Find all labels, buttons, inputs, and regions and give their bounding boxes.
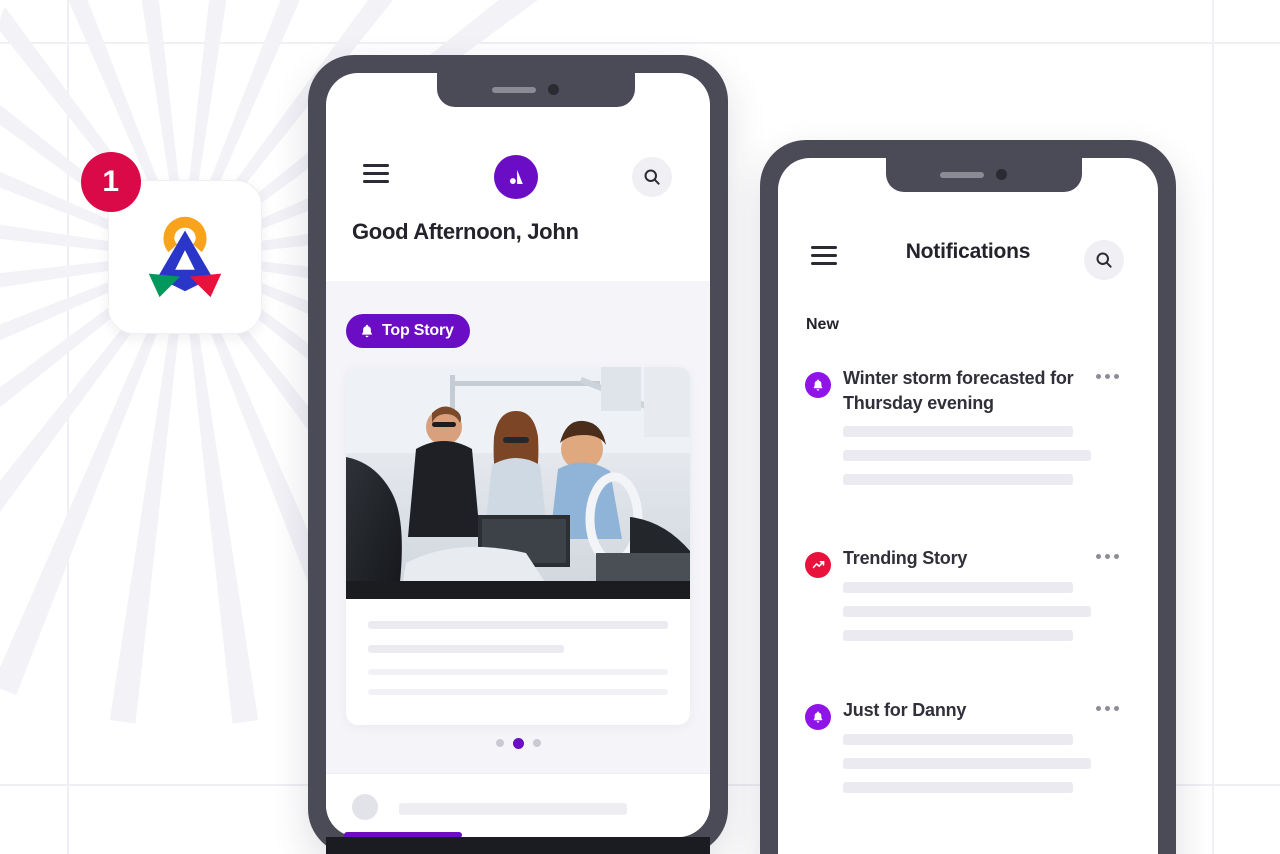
search-icon bbox=[644, 169, 660, 185]
front-camera bbox=[996, 169, 1007, 180]
kebab-menu-icon[interactable] bbox=[1096, 706, 1119, 711]
hamburger-menu-icon[interactable] bbox=[363, 164, 389, 183]
card-skeleton-line bbox=[368, 645, 564, 653]
screenshot-canvas: 1 Good Afternoon, John Top Story Notific… bbox=[0, 0, 1280, 854]
phone-mockup-notifications: Notifications New Winter storm forecaste… bbox=[760, 140, 1176, 854]
broadcast-tower-app-icon bbox=[148, 216, 222, 298]
top-story-badge[interactable]: Top Story bbox=[346, 314, 470, 348]
front-camera bbox=[548, 84, 559, 95]
top-story-label: Top Story bbox=[382, 322, 454, 339]
notification-skeleton-line bbox=[843, 582, 1073, 593]
notification-title: Trending Story bbox=[843, 548, 968, 568]
trending-up-icon bbox=[805, 552, 831, 578]
phone-notch bbox=[886, 158, 1082, 192]
bell-icon bbox=[362, 324, 372, 338]
grid-line-vertical-right bbox=[1212, 0, 1214, 854]
search-icon bbox=[1096, 252, 1112, 268]
bell-icon bbox=[805, 704, 831, 730]
notifications-header: Notifications bbox=[778, 192, 1158, 288]
phone-mockup-home: Good Afternoon, John Top Story bbox=[308, 55, 728, 854]
card-skeleton-line bbox=[368, 621, 668, 629]
pagination-dot[interactable] bbox=[532, 739, 541, 747]
brand-a-mark-icon bbox=[509, 169, 523, 184]
bell-glyph bbox=[813, 379, 823, 391]
card-skeleton-line bbox=[368, 669, 668, 675]
notification-skeleton-line bbox=[843, 426, 1073, 437]
notification-skeleton-line bbox=[843, 630, 1073, 641]
story-photo bbox=[346, 367, 690, 599]
greeting-text: Good Afternoon, John bbox=[352, 219, 579, 244]
phone-notch bbox=[437, 73, 635, 107]
app-header: Good Afternoon, John bbox=[326, 107, 710, 281]
section-label-new: New bbox=[806, 316, 839, 333]
notification-skeleton-line bbox=[843, 474, 1073, 485]
notification-skeleton-line bbox=[843, 450, 1091, 461]
carousel-pagination[interactable] bbox=[326, 737, 710, 749]
kebab-menu-icon[interactable] bbox=[1096, 554, 1119, 559]
notification-skeleton-line bbox=[843, 758, 1091, 769]
notification-skeleton-line bbox=[843, 606, 1091, 617]
app-badge-count: 1 bbox=[81, 152, 141, 212]
bell-glyph bbox=[813, 711, 823, 723]
feed-body: Top Story bbox=[326, 281, 710, 773]
notification-title: Winter storm forecasted for Thursday eve… bbox=[843, 368, 1074, 413]
phone-screen-notifications: Notifications New Winter storm forecaste… bbox=[778, 158, 1158, 854]
story-card[interactable] bbox=[346, 367, 690, 725]
search-button[interactable] bbox=[632, 157, 672, 197]
kebab-menu-icon[interactable] bbox=[1096, 374, 1119, 379]
earpiece-speaker bbox=[940, 172, 984, 178]
feed-list-row[interactable] bbox=[326, 773, 710, 837]
notification-skeleton-line bbox=[843, 782, 1073, 793]
earpiece-speaker bbox=[492, 87, 536, 93]
avatar bbox=[352, 794, 378, 820]
grid-line-vertical-left bbox=[67, 0, 69, 854]
grid-line-horizontal-top bbox=[0, 42, 1280, 44]
lab-team-photo bbox=[346, 367, 690, 599]
notification-title: Just for Danny bbox=[843, 700, 967, 720]
notification-skeleton-line bbox=[843, 734, 1073, 745]
pagination-dot[interactable] bbox=[495, 739, 504, 747]
bottom-navigation-bar bbox=[326, 837, 710, 854]
search-button[interactable] bbox=[1084, 240, 1124, 280]
card-skeleton-line bbox=[368, 689, 668, 695]
row-skeleton-line bbox=[399, 803, 627, 815]
bell-icon bbox=[805, 372, 831, 398]
phone-screen-home: Good Afternoon, John Top Story bbox=[326, 73, 710, 837]
trending-glyph bbox=[812, 560, 824, 568]
pagination-dot-active[interactable] bbox=[512, 737, 524, 749]
app-brand-logo[interactable] bbox=[494, 155, 538, 199]
